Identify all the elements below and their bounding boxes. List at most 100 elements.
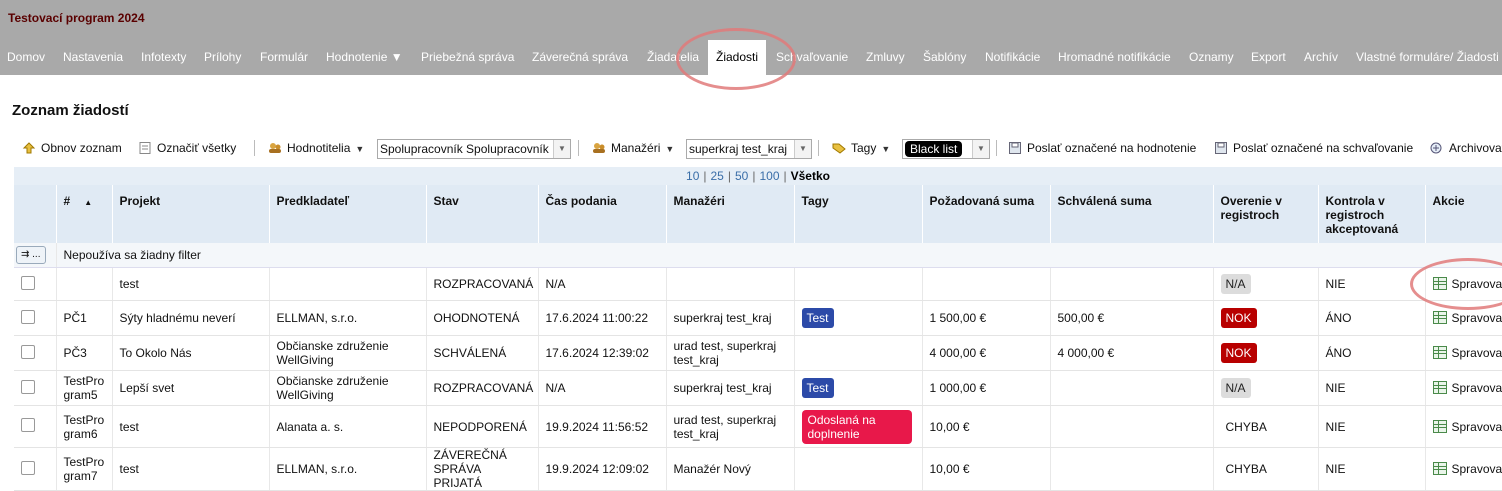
nav-item-9[interactable]: Žiadosti [708, 40, 766, 75]
evaluators-menu[interactable]: Hodnotitelia▼ [268, 135, 364, 161]
nav-item-5[interactable]: Hodnotenie ▼ [326, 50, 403, 64]
row-checkbox[interactable] [21, 461, 35, 475]
nav-item-17[interactable]: Archív [1304, 50, 1338, 64]
filter-button[interactable]: ⇉ ... [16, 246, 46, 264]
table-row[interactable]: TestProgram6testAlanata a. s.NEPODPORENÁ… [14, 406, 1502, 448]
cell-status: ZÁVEREČNÁ SPRÁVA PRIJATÁ [426, 448, 538, 491]
table-row[interactable]: TestProgram5Lepší svetObčianske združeni… [14, 371, 1502, 406]
page-size-all[interactable]: Všetko [791, 169, 830, 183]
nav-item-1[interactable]: Nastavenia [63, 50, 123, 64]
cell-time: 17.6.2024 11:00:22 [538, 301, 666, 336]
save-icon [1008, 137, 1022, 149]
header-project[interactable]: Projekt [112, 185, 269, 243]
cell-managers [666, 268, 794, 301]
nav-item-11[interactable]: Zmluvy [866, 50, 905, 64]
nav-item-15[interactable]: Oznamy [1189, 50, 1234, 64]
cell-control: ÁNO [1318, 301, 1425, 336]
send-to-approval-button[interactable]: Poslať označené na schvaľovanie [1214, 135, 1413, 161]
header-verify[interactable]: Overenie v registroch [1213, 185, 1318, 243]
send-to-evaluation-button[interactable]: Poslať označené na hodnotenie [1008, 135, 1196, 161]
manage-link[interactable]: Spravovať [1433, 311, 1502, 325]
nav-item-18[interactable]: Vlastné formuláre/ Žiadosti [1356, 50, 1499, 64]
cell-project: test [112, 268, 269, 301]
cell-actions[interactable]: Spravovať [1425, 268, 1502, 301]
manage-link[interactable]: Spravovať [1433, 462, 1502, 476]
nav-item-12[interactable]: Šablóny [923, 50, 966, 64]
manage-link[interactable]: Spravovať [1433, 346, 1502, 360]
archive-button[interactable]: Archivovať [1430, 135, 1502, 161]
page-size-100[interactable]: 100 [759, 169, 779, 183]
manage-link[interactable]: Spravovať [1433, 381, 1502, 395]
manage-label: Spravovať [1452, 346, 1502, 360]
page-size-25[interactable]: 25 [711, 169, 724, 183]
page-size-10[interactable]: 10 [686, 169, 699, 183]
cell-tags [794, 448, 922, 491]
checkbox-cell[interactable] [14, 336, 56, 371]
checkbox-cell[interactable] [14, 301, 56, 336]
chevron-down-icon: ▼ [881, 136, 890, 162]
nav-item-3[interactable]: Prílohy [204, 50, 241, 64]
header-time[interactable]: Čas podania [538, 185, 666, 243]
nav-item-6[interactable]: Priebežná správa [421, 50, 514, 64]
header-managers[interactable]: Manažéri [666, 185, 794, 243]
tags-menu[interactable]: Tagy▼ [832, 135, 890, 161]
separator [996, 140, 997, 156]
cell-project: To Okolo Nás [112, 336, 269, 371]
checkbox-cell[interactable] [14, 268, 56, 301]
tags-select[interactable]: Black list▼ [902, 139, 990, 159]
chevron-down-icon[interactable]: ▼ [794, 140, 811, 158]
document-icon [138, 137, 152, 149]
cell-time: N/A [538, 268, 666, 301]
cell-id: PČ1 [56, 301, 112, 336]
evaluators-select[interactable]: Spolupracovník Spolupracovník▼ [377, 139, 571, 159]
checkbox-cell[interactable] [14, 448, 56, 491]
table-row[interactable]: testROZPRACOVANÁN/AN/ANIESpravovať [14, 268, 1502, 301]
checkbox-cell[interactable] [14, 371, 56, 406]
nav-item-16[interactable]: Export [1251, 50, 1286, 64]
sort-asc-icon[interactable]: ▲ [84, 198, 92, 207]
chevron-down-icon[interactable]: ▼ [972, 140, 989, 158]
tag-badge: Test [802, 308, 834, 328]
header-requested[interactable]: Požadovaná suma [922, 185, 1050, 243]
managers-select[interactable]: superkraj test_kraj▼ [686, 139, 812, 159]
cell-actions[interactable]: Spravovať [1425, 406, 1502, 448]
nav-item-14[interactable]: Hromadné notifikácie [1058, 50, 1171, 64]
separator: | [703, 169, 706, 183]
manage-link[interactable]: Spravovať [1433, 420, 1502, 434]
select-all-button[interactable]: Označiť všetky [138, 135, 236, 161]
header-approved[interactable]: Schválená suma [1050, 185, 1213, 243]
row-checkbox[interactable] [21, 345, 35, 359]
nav-item-4[interactable]: Formulár [260, 50, 308, 64]
nav-item-8[interactable]: Žiadatelia [647, 50, 699, 64]
cell-actions[interactable]: Spravovať [1425, 336, 1502, 371]
chevron-down-icon[interactable]: ▼ [553, 140, 570, 158]
row-checkbox[interactable] [21, 380, 35, 394]
header-id[interactable]: #▲ [56, 185, 112, 243]
refresh-button[interactable]: Obnov zoznam [22, 135, 122, 161]
header-control[interactable]: Kontrola v registroch akceptovaná [1318, 185, 1425, 243]
page-size-50[interactable]: 50 [735, 169, 748, 183]
cell-actions[interactable]: Spravovať [1425, 301, 1502, 336]
cell-applicant: Občianske združenie WellGiving [269, 371, 426, 406]
nav-item-0[interactable]: Domov [7, 50, 45, 64]
cell-project: test [112, 406, 269, 448]
nav-item-13[interactable]: Notifikácie [985, 50, 1040, 64]
checkbox-cell[interactable] [14, 406, 56, 448]
nav-item-7[interactable]: Záverečná správa [532, 50, 628, 64]
table-row[interactable]: PČ3To Okolo NásObčianske združenie WellG… [14, 336, 1502, 371]
managers-menu[interactable]: Manažéri▼ [592, 135, 674, 161]
cell-actions[interactable]: Spravovať [1425, 371, 1502, 406]
tag-badge: Odoslaná na doplnenie [802, 410, 912, 444]
row-checkbox[interactable] [21, 418, 35, 432]
row-checkbox[interactable] [21, 310, 35, 324]
manage-link[interactable]: Spravovať [1433, 277, 1502, 291]
row-checkbox[interactable] [21, 276, 35, 290]
table-row[interactable]: PČ1Sýty hladnému neveríELLMAN, s.r.o.OHO… [14, 301, 1502, 336]
cell-actions[interactable]: Spravovať [1425, 448, 1502, 491]
nav-item-2[interactable]: Infotexty [141, 50, 186, 64]
header-status[interactable]: Stav [426, 185, 538, 243]
nav-item-10[interactable]: Schvaľovanie [776, 50, 848, 64]
header-applicant[interactable]: Predkladateľ [269, 185, 426, 243]
table-row[interactable]: TestProgram7testELLMAN, s.r.o.ZÁVEREČNÁ … [14, 448, 1502, 491]
header-tags[interactable]: Tagy [794, 185, 922, 243]
